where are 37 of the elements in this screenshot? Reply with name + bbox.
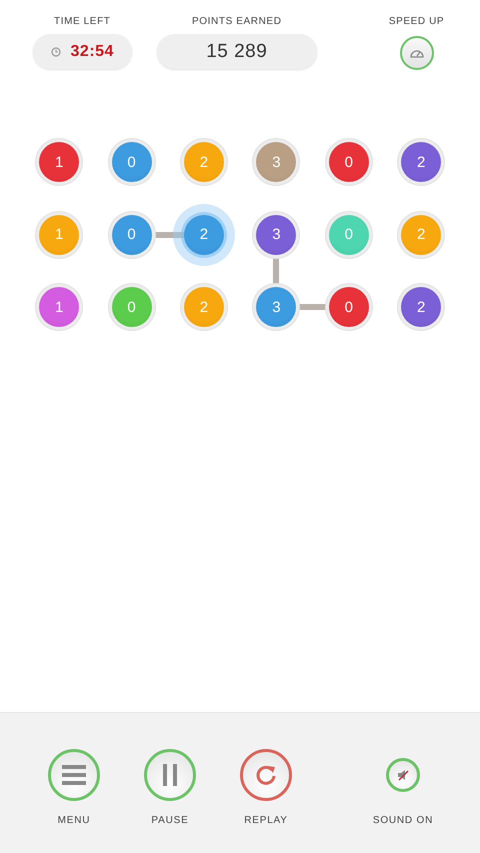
sound-label: SOUND ON — [372, 815, 434, 826]
pause-icon — [163, 764, 177, 786]
number-ball[interactable]: 2 — [401, 142, 442, 182]
sound-button[interactable] — [386, 758, 420, 792]
time-left-label: TIME LEFT — [54, 16, 110, 27]
number-ball[interactable]: 2 — [184, 142, 224, 182]
clock-icon — [50, 46, 61, 56]
number-ball[interactable]: 0 — [112, 142, 152, 182]
number-ball[interactable]: 0 — [328, 287, 369, 328]
time-left-value: 32:54 — [70, 42, 114, 60]
speed-up-label: SPEED UP — [388, 16, 444, 27]
number-ball[interactable]: 1 — [39, 142, 80, 182]
number-ball[interactable]: 2 — [184, 287, 224, 328]
number-ball[interactable]: 2 — [401, 214, 442, 255]
menu-icon — [62, 765, 86, 785]
number-ball[interactable]: 0 — [328, 142, 369, 182]
number-ball[interactable]: 2 — [184, 214, 224, 255]
number-ball[interactable]: 0 — [328, 214, 369, 255]
muted-speaker-icon — [396, 768, 410, 782]
menu-button[interactable] — [48, 749, 100, 801]
points-value: 15 289 — [206, 40, 268, 62]
replay-label: REPLAY — [244, 815, 288, 826]
points-label: POINTS EARNED — [192, 16, 282, 27]
menu-label: MENU — [58, 815, 90, 826]
number-ball[interactable]: 0 — [112, 214, 152, 255]
number-ball[interactable]: 3 — [256, 287, 296, 328]
replay-icon — [255, 764, 277, 786]
pause-button[interactable] — [144, 749, 196, 801]
number-ball[interactable]: 1 — [39, 287, 80, 328]
replay-button[interactable] — [240, 749, 292, 801]
number-ball[interactable]: 2 — [401, 287, 442, 328]
number-ball[interactable]: 3 — [256, 142, 296, 182]
number-ball[interactable]: 3 — [256, 214, 296, 255]
number-ball[interactable]: 0 — [112, 287, 152, 328]
number-ball[interactable]: 1 — [39, 214, 80, 255]
speed-up-button[interactable] — [400, 36, 434, 70]
pause-label: PAUSE — [151, 815, 189, 826]
